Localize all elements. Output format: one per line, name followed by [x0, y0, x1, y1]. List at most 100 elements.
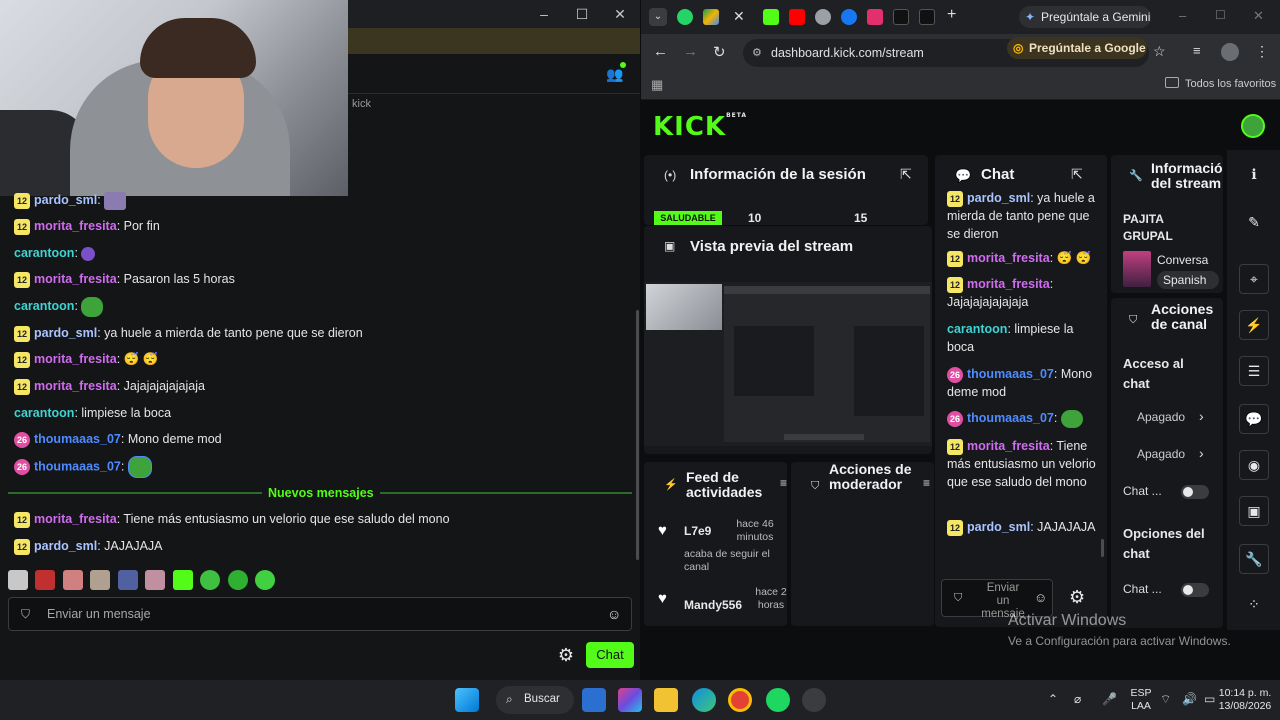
bookmark-star-icon[interactable]: ☆ [1153, 43, 1166, 60]
send-chat-button[interactable]: Chat [586, 642, 634, 668]
maximize-button[interactable]: ☐ [572, 4, 592, 24]
emote-icon[interactable] [255, 570, 276, 590]
network-off-icon[interactable]: ⌀ [1074, 692, 1081, 706]
wifi-icon[interactable]: ⌔ [1160, 692, 1171, 707]
chevron-right-icon[interactable]: › [1199, 408, 1204, 424]
tab-search-icon[interactable]: ⌄ [649, 8, 667, 26]
reload-icon[interactable]: ↻ [713, 43, 726, 61]
chrome-icon[interactable] [728, 688, 752, 712]
username[interactable]: morita_fresita [34, 352, 117, 366]
chat-toggle[interactable] [1181, 583, 1209, 597]
tiktok-tab-icon[interactable] [919, 9, 935, 25]
google-lens-button[interactable]: ◎ Pregúntale a Google [1007, 37, 1147, 59]
microphone-icon[interactable]: 🎤 [1102, 692, 1117, 706]
username[interactable]: pardo_sml [34, 193, 97, 207]
tiktok-tab-icon[interactable] [893, 9, 909, 25]
drive-tab-icon[interactable] [703, 9, 719, 25]
facebook-tab-icon[interactable] [841, 9, 857, 25]
filter-icon[interactable]: ≡ [780, 476, 787, 490]
username[interactable]: morita_fresita [967, 251, 1050, 265]
maximize-icon[interactable]: ☐ [1215, 8, 1226, 22]
bolt-icon[interactable]: ⚡ [1239, 310, 1269, 340]
volume-icon[interactable]: 🔊 [1182, 692, 1197, 706]
scrollbar[interactable] [636, 310, 639, 560]
whatsapp-tab-icon[interactable] [677, 9, 693, 25]
kick-tab-icon[interactable] [763, 9, 779, 25]
back-arrow-icon[interactable]: ← [653, 43, 668, 60]
emote-icon[interactable] [117, 570, 138, 590]
more-icon[interactable]: ⁘ [1239, 590, 1269, 620]
username[interactable]: pardo_sml [967, 191, 1030, 205]
emote-icon[interactable] [227, 570, 248, 590]
close-tab-icon[interactable]: ✕ [733, 8, 745, 25]
username[interactable]: carantoon [14, 406, 74, 420]
chevron-right-icon[interactable]: › [1199, 445, 1204, 461]
emote-icon[interactable] [35, 570, 56, 590]
username[interactable]: carantoon [14, 299, 74, 313]
close-window-icon[interactable]: ✕ [1253, 8, 1264, 24]
video-icon[interactable]: ▣ [1239, 496, 1269, 526]
username[interactable]: thoumaaas_07 [967, 411, 1054, 425]
clock[interactable]: 10:14 p. m. 13/08/2026 [1212, 687, 1278, 713]
emote-icon[interactable] [8, 570, 28, 590]
language-indicator[interactable]: ESP LAA [1126, 687, 1156, 713]
notes-icon[interactable]: ☰ [1239, 356, 1269, 386]
forward-arrow-icon[interactable]: → [683, 43, 698, 60]
file-explorer-icon[interactable] [654, 688, 678, 712]
kick-logo[interactable]: KICKBETA [653, 112, 747, 142]
close-button[interactable]: ✕ [610, 4, 630, 24]
username[interactable]: pardo_sml [34, 539, 97, 553]
popout-icon[interactable]: ⇱ [900, 166, 912, 183]
broadcast-icon[interactable]: ◉ [1239, 450, 1269, 480]
youtube-tab-icon[interactable] [789, 9, 805, 25]
minimize-icon[interactable]: – [1179, 8, 1186, 23]
username[interactable]: morita_fresita [967, 439, 1050, 453]
app-icon[interactable] [582, 688, 606, 712]
wrench-icon[interactable]: 🔧 [1239, 544, 1269, 574]
scrollbar[interactable] [1101, 539, 1104, 557]
reading-list-icon[interactable]: ≡ [1193, 43, 1201, 58]
taskbar-search[interactable]: ⌕ Buscar [496, 686, 574, 714]
emoji-icon[interactable]: ☺ [1034, 590, 1047, 605]
user-avatar[interactable] [1241, 114, 1265, 138]
chat-icon[interactable]: 💬 [1239, 404, 1269, 434]
username[interactable]: pardo_sml [967, 520, 1030, 534]
copilot-icon[interactable] [618, 688, 642, 712]
profile-avatar[interactable] [1221, 43, 1239, 61]
username[interactable]: morita_fresita [967, 277, 1050, 291]
app-icon[interactable] [802, 688, 826, 712]
chevron-up-icon[interactable]: ⌃ [1048, 692, 1058, 706]
chat-toggle[interactable] [1181, 485, 1209, 499]
setting-value[interactable]: Apagado [1137, 410, 1185, 424]
globe-tab-icon[interactable] [815, 9, 831, 25]
popout-icon[interactable]: ⇱ [1071, 166, 1083, 183]
gemini-button[interactable]: ✦ Pregúntale a Gemini [1019, 6, 1151, 28]
new-tab-icon[interactable]: + [947, 6, 956, 24]
emoji-icon[interactable]: ☺ [607, 606, 623, 622]
username[interactable]: morita_fresita [34, 272, 117, 286]
username[interactable]: morita_fresita [34, 219, 117, 233]
category-thumbnail[interactable] [1123, 251, 1151, 287]
username[interactable]: pardo_sml [34, 326, 97, 340]
info-icon[interactable]: ℹ [1239, 160, 1269, 190]
username[interactable]: thoumaaas_07 [967, 367, 1054, 381]
feed-user[interactable]: Mandy556 [684, 598, 742, 612]
emote-icon[interactable] [145, 570, 166, 590]
users-icon[interactable]: 👥 [606, 66, 624, 82]
new-messages-label[interactable]: Nuevos mensajes [262, 484, 380, 502]
settings-gear-icon[interactable]: ⚙ [1069, 587, 1085, 608]
apps-grid-icon[interactable]: ▦ [651, 77, 663, 93]
username[interactable]: thoumaaas_07 [34, 459, 121, 473]
category-name[interactable]: Conversa [1157, 253, 1208, 267]
filter-icon[interactable]: ≡ [923, 476, 930, 490]
all-bookmarks-link[interactable]: Todos los favoritos [1185, 78, 1276, 90]
username[interactable]: thoumaaas_07 [34, 432, 121, 446]
menu-kebab-icon[interactable]: ⋮ [1255, 43, 1269, 60]
settings-gear-icon[interactable]: ⚙ [556, 645, 576, 665]
screenshot-icon[interactable]: ⌖ [1239, 264, 1269, 294]
emote-icon[interactable] [172, 570, 193, 590]
emote-icon[interactable] [200, 570, 221, 590]
username[interactable]: carantoon [947, 322, 1007, 336]
site-info-icon[interactable]: ⚙ [752, 39, 762, 67]
username[interactable]: carantoon [14, 246, 74, 260]
